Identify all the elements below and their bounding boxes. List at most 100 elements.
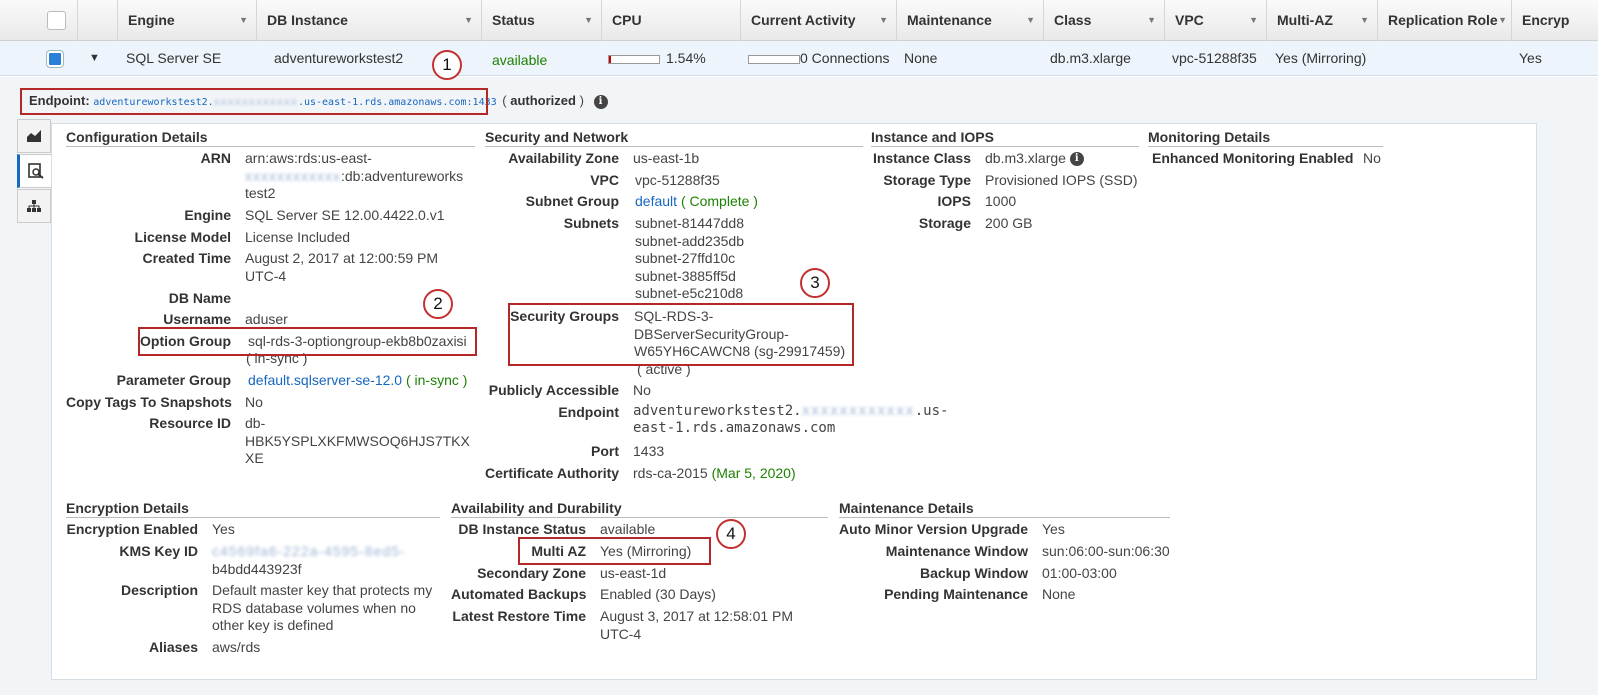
topology-tab[interactable] xyxy=(17,189,51,223)
vpc-label: VPC xyxy=(590,172,619,188)
sort-icon[interactable]: ▼ xyxy=(464,0,473,41)
hierarchy-icon xyxy=(27,200,41,212)
cell-instance: adventureworkstest2 xyxy=(274,50,404,66)
kms-line: b4bdd443923f xyxy=(212,560,302,577)
instance-class-text: db.m3.xlarge xyxy=(985,150,1066,166)
description-line: RDS database volumes when no xyxy=(212,599,416,616)
column-maintenance[interactable]: Maintenance ▼ xyxy=(896,0,1043,41)
info-icon[interactable]: i xyxy=(593,94,608,109)
subnetgroup-link[interactable]: default xyxy=(635,193,677,209)
column-engine[interactable]: Engine ▼ xyxy=(117,0,256,41)
column-label: VPC xyxy=(1175,12,1204,28)
column-encryption[interactable]: Encryp xyxy=(1511,0,1598,41)
subnet-link[interactable]: subnet-27ffd10c xyxy=(635,250,744,268)
annotation-badge: 2 xyxy=(423,289,453,319)
username-value: aduser xyxy=(245,311,288,327)
paramgroup-link[interactable]: default.sqlserver-se-12.0 xyxy=(248,372,402,388)
subnet-link[interactable]: subnet-add235db xyxy=(635,233,744,251)
availability-section-title: Availability and Durability xyxy=(451,500,828,518)
column-db-instance[interactable]: DB Instance ▼ xyxy=(256,0,481,41)
column-status[interactable]: Status ▼ xyxy=(481,0,601,41)
sort-icon[interactable]: ▼ xyxy=(239,0,248,41)
vpc-link[interactable]: vpc-51288f35 xyxy=(635,172,720,190)
redacted-text: c4569fa6-222a-4595-8ed5- xyxy=(212,543,406,559)
endpoint-value[interactable]: adventureworkstest2.xxxxxxxxxxxx.us-east… xyxy=(633,403,948,437)
table-row[interactable]: ▼ SQL Server SE adventureworkstest2 avai… xyxy=(0,41,1598,76)
monitoring-section-title: Monitoring Details xyxy=(1148,129,1383,147)
sort-icon[interactable]: ▼ xyxy=(1360,0,1369,41)
description-label: Description xyxy=(120,582,198,598)
license-value: License Included xyxy=(245,229,351,245)
column-class[interactable]: Class ▼ xyxy=(1043,0,1164,41)
subnetgroup-status: ( Complete ) xyxy=(680,193,758,209)
restore-label: Latest Restore Time xyxy=(452,608,586,624)
collapse-caret-icon[interactable]: ▼ xyxy=(89,41,100,76)
maint-window-label: Maintenance Window xyxy=(885,543,1028,559)
sort-icon[interactable]: ▼ xyxy=(1026,0,1035,41)
public-label: Publicly Accessible xyxy=(488,382,619,398)
instance-class-label: Instance Class xyxy=(872,150,971,166)
sort-icon[interactable]: ▼ xyxy=(1249,0,1258,41)
info-icon[interactable]: i xyxy=(1069,152,1084,167)
column-label: CPU xyxy=(612,12,642,28)
annotation-badge: 4 xyxy=(716,519,746,549)
details-tab[interactable] xyxy=(17,154,51,188)
subnetgroup-label: Subnet Group xyxy=(525,193,619,209)
cpu-bar xyxy=(608,54,660,64)
column-replication-role[interactable]: Replication Role ▼ xyxy=(1377,0,1511,41)
column-label: Multi-AZ xyxy=(1277,12,1333,28)
subnet-link[interactable]: subnet-81447dd8 xyxy=(635,215,744,233)
annotation-box-option-group xyxy=(138,327,477,356)
arn-value: arn:aws:rds:us-east- xxxxxxxxxxxx:db:adv… xyxy=(245,150,475,203)
column-current-activity[interactable]: Current Activity ▼ xyxy=(740,0,896,41)
backup-window-value: 01:00-03:00 xyxy=(1042,565,1117,581)
sort-icon[interactable]: ▼ xyxy=(584,0,593,41)
subnet-list: subnet-81447dd8 subnet-add235db subnet-2… xyxy=(635,215,744,303)
engine-value: SQL Server SE 12.00.4422.0.v1 xyxy=(245,207,445,223)
arn-line: xxxxxxxxxxxx:db:adventureworks xyxy=(245,168,475,186)
annotation-box-endpoint xyxy=(20,88,488,115)
encryption-section-title: Encryption Details xyxy=(66,500,440,518)
annotation-badge: 3 xyxy=(800,268,830,298)
resource-label: Resource ID xyxy=(149,415,231,431)
maint-window-value: sun:06:00-sun:06:30 xyxy=(1042,543,1170,559)
cell-maintenance: None xyxy=(904,50,938,66)
restore-value: August 3, 2017 at 12:58:01 PM UTC-4 xyxy=(600,608,793,643)
paren: ( xyxy=(502,93,507,108)
column-vpc[interactable]: VPC ▼ xyxy=(1164,0,1266,41)
sort-icon[interactable]: ▼ xyxy=(1147,0,1156,41)
cell-status: available xyxy=(492,52,548,68)
restore-line: UTC-4 xyxy=(600,625,642,642)
sort-icon[interactable]: ▼ xyxy=(1498,0,1507,41)
column-label: Engine xyxy=(128,12,175,28)
copytags-label: Copy Tags To Snapshots xyxy=(66,394,232,410)
subnet-link[interactable]: subnet-3885ff5d xyxy=(635,268,744,286)
subnet-link[interactable]: subnet-e5c210d8 xyxy=(635,285,744,303)
instance-class-value: db.m3.xlarge i xyxy=(985,150,1084,168)
backups-label: Automated Backups xyxy=(451,586,587,602)
restore-line: August 3, 2017 at 12:58:01 PM xyxy=(600,608,794,624)
aliases-value: aws/rds xyxy=(212,639,261,655)
backups-value: Enabled (30 Days) xyxy=(600,586,716,602)
sort-icon[interactable]: ▼ xyxy=(879,0,888,41)
endpoint-part: .us- xyxy=(914,403,949,419)
cell-multi-az: Yes (Mirroring) xyxy=(1275,50,1367,66)
expand-column-header xyxy=(77,0,117,41)
row-checkbox[interactable] xyxy=(47,51,63,67)
paramgroup-label: Parameter Group xyxy=(116,372,231,388)
select-all-checkbox[interactable] xyxy=(47,11,66,30)
copytags-value: No xyxy=(245,394,263,410)
subnetgroup-value: default ( Complete ) xyxy=(635,193,758,211)
description-value: Default master key that protects my RDS d… xyxy=(212,582,432,635)
column-label: Status xyxy=(492,12,535,28)
created-line: August 2, 2017 at 12:00:59 PM xyxy=(245,250,439,266)
annotation-badge: 1 xyxy=(432,50,462,80)
column-multi-az[interactable]: Multi-AZ ▼ xyxy=(1266,0,1377,41)
kms-link[interactable]: c4569fa6-222a-4595-8ed5- b4bdd443923f xyxy=(212,543,406,578)
cell-vpc: vpc-51288f35 xyxy=(1172,50,1257,66)
column-label: Encryp xyxy=(1522,12,1570,28)
monitoring-tab[interactable] xyxy=(17,119,51,153)
column-cpu[interactable]: CPU xyxy=(601,0,740,41)
instance-status-value: available xyxy=(600,521,656,537)
security-section-title: Security and Network xyxy=(485,129,863,147)
